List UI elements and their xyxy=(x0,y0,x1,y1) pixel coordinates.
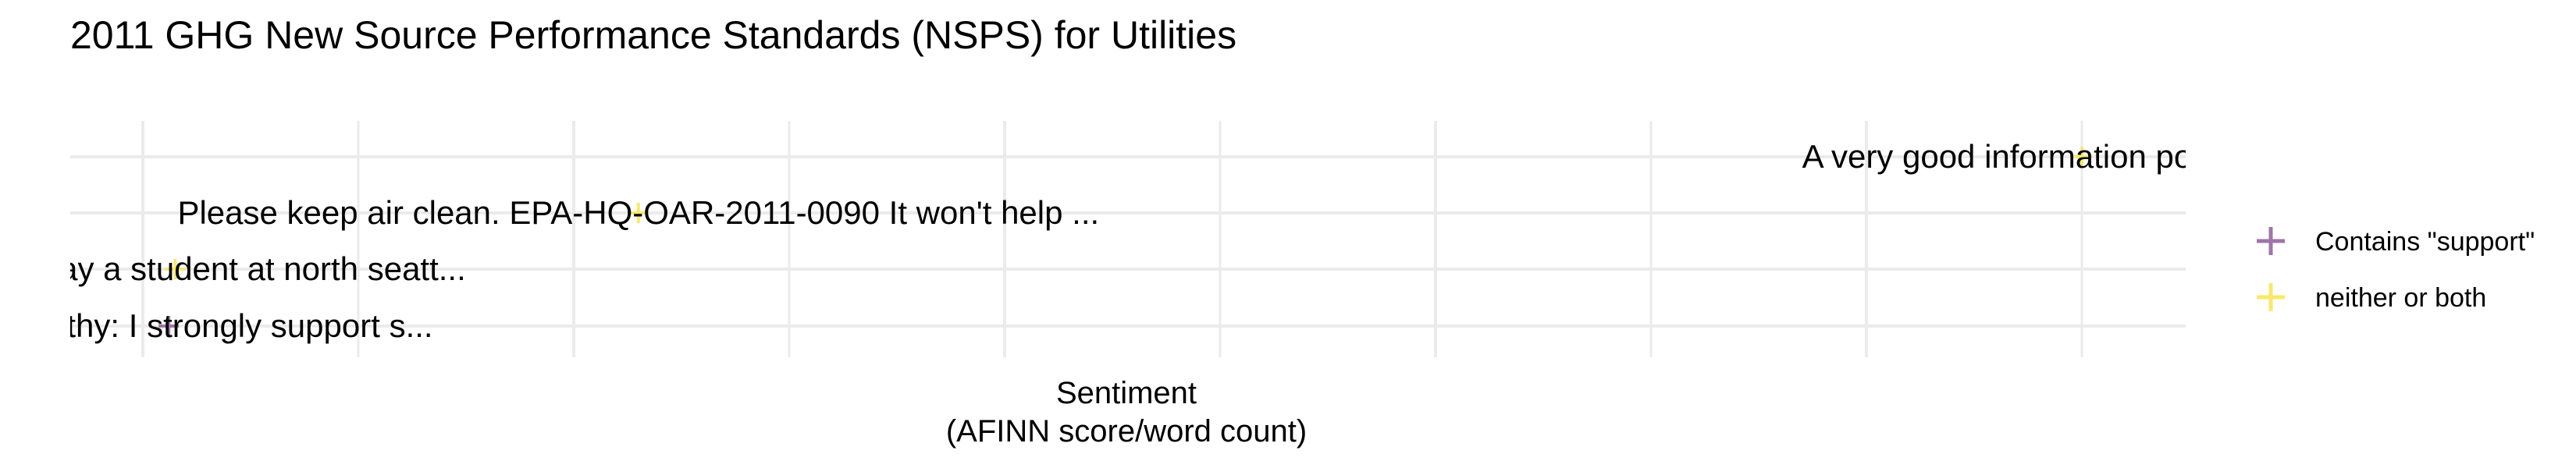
legend: Contains "support" neither or both xyxy=(2257,227,2535,313)
plot-panel: A very good information posted and ve Ple… xyxy=(0,121,2362,357)
x-axis-subtitle: (AFINN score/word count) xyxy=(946,414,1307,448)
data-point: A very good information posted and ve xyxy=(1802,138,2362,175)
legend-label: neither or both xyxy=(2315,283,2486,313)
data-point: ator McCarthy: I strongly support s... xyxy=(0,307,433,344)
point-label: A very good information posted and ve xyxy=(1802,138,2362,175)
point-label: ator McCarthy: I strongly support s... xyxy=(0,307,433,344)
legend-label: Contains "support" xyxy=(2315,227,2535,257)
x-axis-title: Sentiment xyxy=(1056,376,1197,410)
chart-title: 2011 GHG New Source Performance Standard… xyxy=(70,13,1236,57)
point-label: Please keep air clean. EPA-HQ-OAR-2011-0… xyxy=(177,194,1099,231)
data-point: Collin Conway a student at north seatt..… xyxy=(0,250,466,287)
data-points: A very good information posted and ve Ple… xyxy=(0,138,2362,344)
data-point: Please keep air clean. EPA-HQ-OAR-2011-0… xyxy=(177,194,1099,231)
point-label: Collin Conway a student at north seatt..… xyxy=(0,250,466,287)
sentiment-scatter-chart: 2011 GHG New Source Performance Standard… xyxy=(0,13,2535,448)
